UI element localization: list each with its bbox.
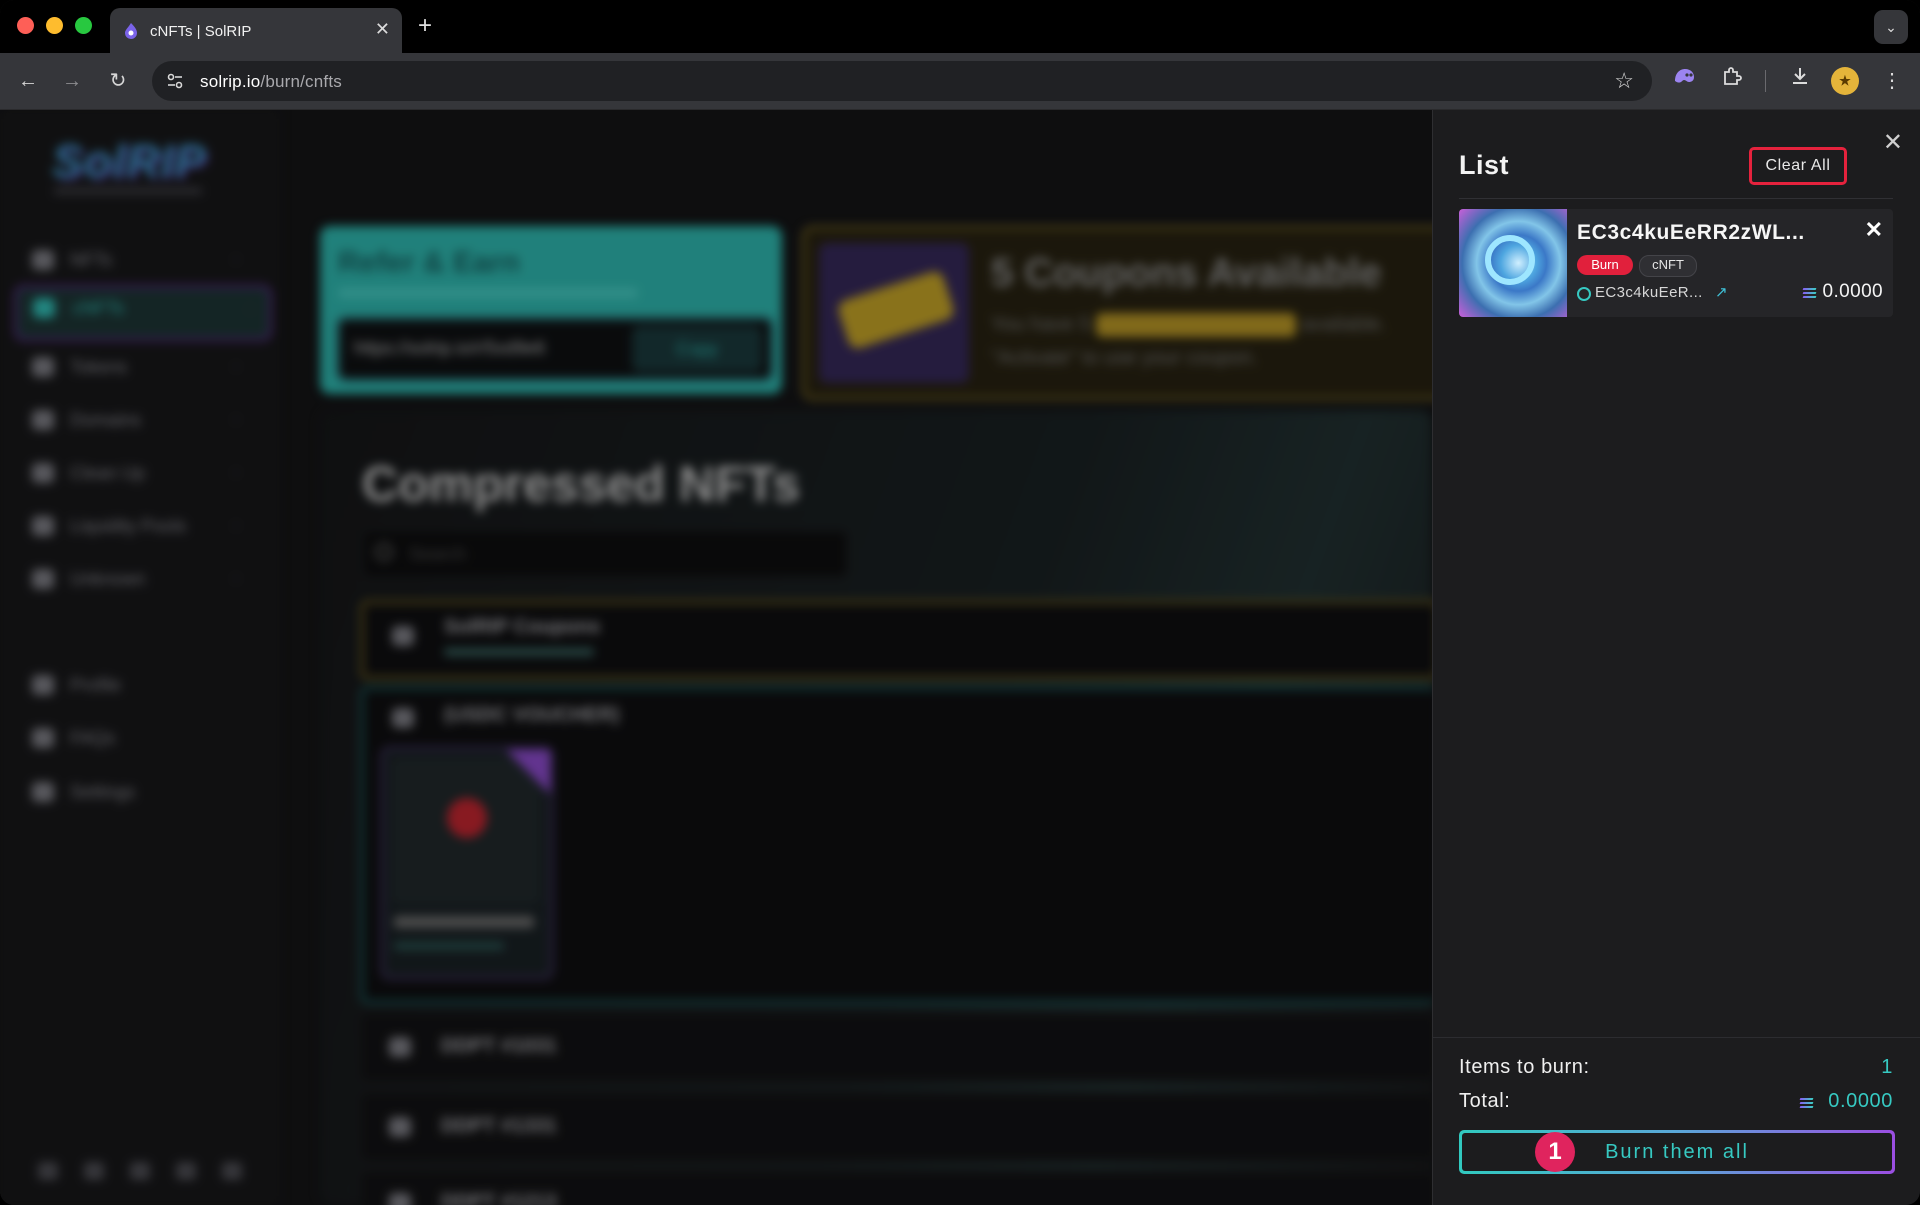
list-item: EC3c4kuEeRR2zWL... ✕ Burn cNFT EC3c4kuEe… (1459, 209, 1893, 317)
drawer-overlay[interactable] (0, 110, 1432, 1205)
tab-cnfts[interactable]: cNFTs | SolRIP ✕ (110, 8, 402, 53)
browser-toolbar: ← → ↻ solrip.io/burn/cnfts ☆ ★ ⋮ (0, 53, 1920, 110)
toolbar-separator (1765, 70, 1766, 92)
browser-window: cNFTs | SolRIP ✕ + ⌄ ← → ↻ solrip.io/bur… (0, 0, 1920, 1205)
remove-item-icon[interactable]: ✕ (1865, 217, 1883, 243)
page-content: SolRIP NFTs › cNFTs ⌄ Tokens › Domains ›… (0, 110, 1432, 1205)
external-link-icon[interactable]: ↗ (1715, 283, 1728, 301)
extensions-puzzle-icon[interactable] (1716, 65, 1748, 97)
burn-list-drawer: ✕ List Clear All EC3c4kuEeRR2zWL... ✕ Bu… (1432, 110, 1920, 1205)
items-to-burn-value: 1 (1881, 1056, 1893, 1078)
drawer-title: List (1459, 150, 1510, 180)
item-name: EC3c4kuEeRR2zWL... (1577, 221, 1805, 244)
total-value: 0.0000 (1828, 1090, 1893, 1112)
profile-avatar-icon[interactable]: ★ (1831, 67, 1859, 95)
close-drawer-icon[interactable]: ✕ (1883, 128, 1903, 157)
url-host: solrip.io (200, 72, 261, 91)
solana-icon (1802, 288, 1817, 299)
items-to-burn-label: Items to burn: (1459, 1056, 1590, 1078)
ghost-extension-icon[interactable] (1668, 65, 1700, 97)
tab-title: cNFTs | SolRIP (150, 23, 252, 40)
burn-button-label: Burn them all (1462, 1133, 1892, 1171)
minimize-window-button[interactable] (46, 17, 63, 34)
tab-search-chevron-icon[interactable]: ⌄ (1874, 10, 1908, 44)
solana-icon (1799, 1098, 1814, 1109)
site-settings-icon[interactable] (166, 72, 184, 90)
new-tab-button[interactable]: + (418, 12, 432, 40)
burn-them-all-button[interactable]: Burn them all (1459, 1130, 1895, 1174)
reload-icon[interactable]: ↻ (104, 67, 132, 95)
footer-divider (1433, 1037, 1920, 1038)
type-badge: cNFT (1639, 255, 1697, 277)
forward-arrow-icon[interactable]: → (58, 67, 86, 95)
address-icon (1577, 287, 1591, 301)
burn-badge: Burn (1577, 255, 1633, 275)
browser-menu-kebab-icon[interactable]: ⋮ (1876, 65, 1908, 97)
close-window-button[interactable] (17, 17, 34, 34)
bookmark-star-icon[interactable]: ☆ (1614, 68, 1634, 94)
cnft-thumbnail (1459, 209, 1567, 317)
step-marker-badge: 1 (1535, 1132, 1575, 1172)
item-value: 0.0000 (1822, 281, 1883, 302)
download-icon[interactable] (1784, 65, 1816, 97)
back-arrow-icon[interactable]: ← (14, 67, 42, 95)
solrip-favicon-icon (125, 23, 137, 39)
item-address: EC3c4kuEeR... (1595, 284, 1703, 301)
clear-all-button[interactable]: Clear All (1749, 147, 1847, 185)
address-bar[interactable]: solrip.io/burn/cnfts ☆ (152, 61, 1652, 101)
divider (1459, 198, 1893, 199)
close-tab-icon[interactable]: ✕ (375, 19, 390, 40)
url-path: /burn/cnfts (260, 72, 342, 91)
url-text: solrip.io/burn/cnfts (200, 72, 342, 92)
cnft-thumbnail-ring (1485, 235, 1535, 285)
tab-bar: cNFTs | SolRIP ✕ + ⌄ (0, 0, 1920, 53)
maximize-window-button[interactable] (75, 17, 92, 34)
total-label: Total: (1459, 1090, 1511, 1112)
